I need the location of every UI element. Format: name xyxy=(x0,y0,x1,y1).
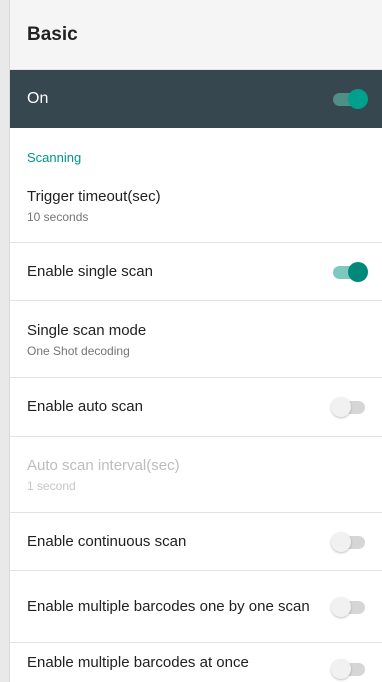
multi-one-by-one-toggle-switch[interactable] xyxy=(331,596,367,617)
setting-enable-auto-scan[interactable]: Enable auto scan xyxy=(10,378,382,437)
setting-title: Auto scan interval(sec) xyxy=(27,457,180,474)
setting-multi-barcodes-one-by-one[interactable]: Enable multiple barcodes one by one scan xyxy=(10,571,382,643)
setting-title: Enable auto scan xyxy=(27,398,143,415)
setting-single-scan-mode[interactable]: Single scan mode One Shot decoding xyxy=(10,301,382,378)
setting-title: Trigger timeout(sec) xyxy=(27,187,161,205)
setting-title: Enable multiple barcodes at once xyxy=(27,654,249,671)
setting-title: Enable single scan xyxy=(27,262,153,280)
page-title: Basic xyxy=(27,23,78,45)
master-toggle-switch[interactable] xyxy=(331,89,368,109)
setting-title: Single scan mode xyxy=(27,321,147,339)
single-scan-toggle-switch[interactable] xyxy=(331,261,368,282)
master-switch-label: On xyxy=(27,90,49,107)
setting-title: Enable multiple barcodes one by one scan xyxy=(27,597,310,615)
setting-enable-single-scan[interactable]: Enable single scan xyxy=(10,243,382,301)
setting-summary: 10 seconds xyxy=(27,209,89,224)
app-header: Basic xyxy=(10,0,382,70)
setting-enable-continuous-scan[interactable]: Enable continuous scan xyxy=(10,513,382,571)
category-header-scanning: Scanning xyxy=(27,150,82,165)
settings-screen: Basic On Scanning Trigger timeout(sec) 1… xyxy=(9,0,382,682)
switch-thumb xyxy=(331,596,351,617)
continuous-scan-toggle-switch[interactable] xyxy=(331,531,367,552)
switch-thumb xyxy=(331,531,351,552)
multi-at-once-toggle-switch[interactable] xyxy=(331,659,367,679)
switch-thumb xyxy=(348,261,368,282)
setting-summary: 1 second xyxy=(27,479,76,493)
setting-auto-scan-interval: Auto scan interval(sec) 1 second xyxy=(10,437,382,513)
switch-thumb xyxy=(348,89,368,109)
switch-thumb xyxy=(331,397,351,417)
setting-summary: One Shot decoding xyxy=(27,343,130,358)
auto-scan-toggle-switch[interactable] xyxy=(331,397,367,417)
switch-thumb xyxy=(331,659,351,679)
setting-title: Enable continuous scan xyxy=(27,532,187,550)
setting-trigger-timeout[interactable]: Trigger timeout(sec) 10 seconds xyxy=(10,168,382,243)
master-switch-bar[interactable]: On xyxy=(10,70,382,128)
setting-multi-barcodes-at-once[interactable]: Enable multiple barcodes at once xyxy=(10,643,382,682)
